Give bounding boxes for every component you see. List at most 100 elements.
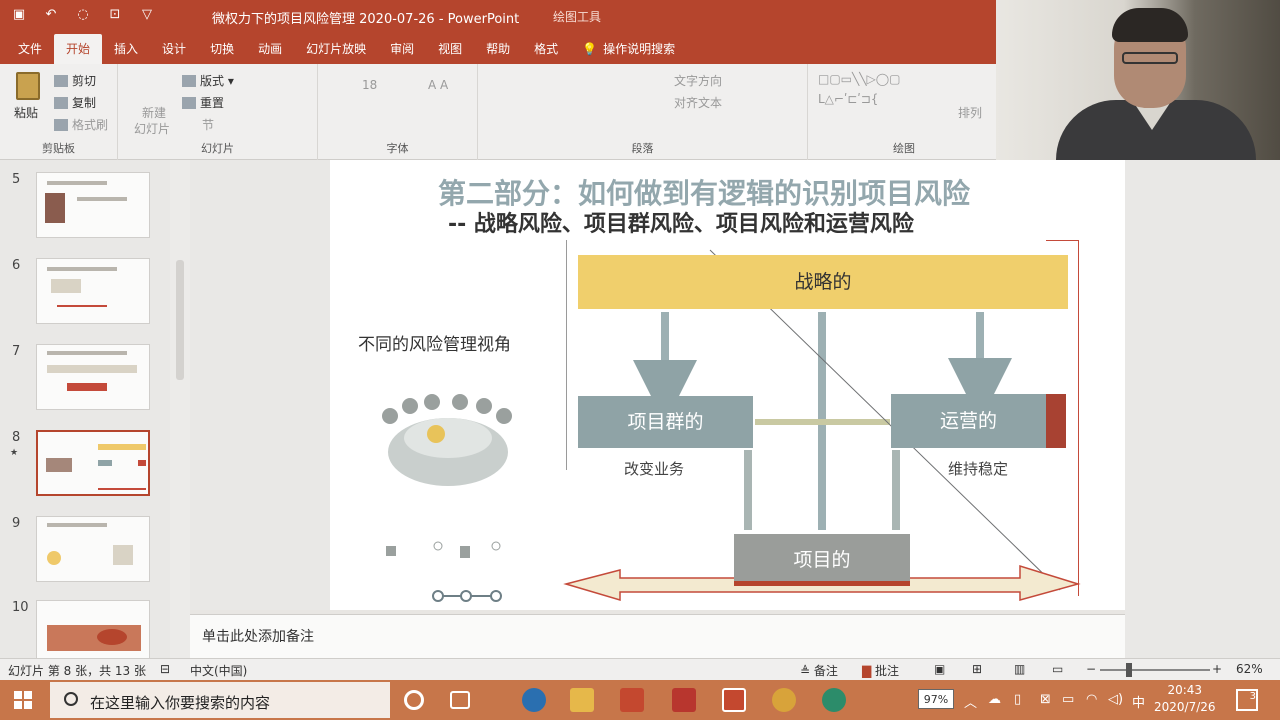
notes-pane[interactable]: 单击此处添加备注 [190,614,1125,658]
slide-thumbnail[interactable] [36,172,150,238]
layout-button[interactable]: 版式 ▾ [182,72,234,89]
webcam-overlay [996,0,1280,162]
arrange-button[interactable]: 排列 [958,104,982,121]
tab-home[interactable]: 开始 [54,34,103,64]
scrollbar-thumb[interactable] [176,260,184,380]
undo-icon[interactable]: ↶ [42,6,60,24]
language-status[interactable]: 中文(中国) [190,662,247,679]
power-icon[interactable]: ▭ [1062,692,1074,707]
zoom-out-icon[interactable]: − [1086,662,1096,676]
operations-box[interactable]: 运营的 [891,394,1066,448]
accessibility-icon[interactable]: ⊟ [160,662,170,676]
shapes-gallery[interactable]: □▢▭╲╲▷◯▢ [818,72,900,86]
battery-indicator[interactable]: 97% [918,689,954,709]
drawing-group-label: 绘图 [893,142,915,155]
tell-me-label: 操作说明搜索 [603,42,676,56]
slide-subtitle[interactable]: -- 战略风险、项目群风险、项目风险和运营风险 [448,206,914,238]
slide-sorter-icon[interactable]: ⊞ [972,662,982,676]
tab-insert[interactable]: 插入 [102,34,150,64]
word-taskbar-icon[interactable] [722,688,746,712]
slide-thumbnail[interactable] [36,600,150,666]
normal-view-icon[interactable]: ▣ [934,662,945,676]
onedrive-icon[interactable]: ☁ [988,692,1001,707]
paste-icon[interactable] [16,72,40,100]
align-text-button[interactable]: 对齐文本 [674,94,722,111]
strategic-box[interactable]: 战略的 [578,255,1068,309]
powerpoint-taskbar-icon[interactable] [620,688,644,712]
slide-thumbnail[interactable] [36,258,150,324]
change-business-label[interactable]: 改变业务 [624,458,684,479]
media-app-icon[interactable] [772,688,796,712]
font-size-box[interactable]: 18 [362,78,377,92]
smartart-placeholder-icons[interactable] [360,540,520,610]
reading-view-icon[interactable]: ▥ [1014,662,1025,676]
notification-center-icon[interactable]: 3 [1236,689,1258,711]
cut-button[interactable]: 剪切 [54,72,96,89]
tab-transitions[interactable]: 切换 [198,34,246,64]
tab-design[interactable]: 设计 [150,34,198,64]
tab-slideshow[interactable]: 幻灯片放映 [294,34,378,64]
edge-browser-icon[interactable] [522,688,546,712]
security-icon[interactable]: ⊠ [1040,692,1051,707]
reset-button[interactable]: 重置 [182,94,224,111]
slide-thumbnail-selected[interactable] [36,430,150,496]
tab-help[interactable]: 帮助 [474,34,522,64]
save-icon[interactable]: ▣ [10,6,28,24]
comments-button[interactable]: ▇ 批注 [862,662,899,679]
task-view-icon[interactable] [450,691,470,709]
cortana-icon[interactable] [404,690,424,710]
system-clock[interactable]: 20:43 2020/7/26 [1154,682,1216,716]
slide-thumbnail[interactable] [36,516,150,582]
taskbar-search-box[interactable]: 在这里输入你要搜索的内容 [50,682,390,718]
copy-button[interactable]: 复制 [54,94,96,111]
program-box[interactable]: 项目群的 [578,396,753,448]
zoom-in-icon[interactable]: + [1212,662,1222,676]
paragraph-group-label: 段落 [631,142,654,155]
section-button[interactable]: 节 [202,116,214,133]
usb-icon[interactable]: ▯ [1014,692,1021,707]
notes-button[interactable]: ≜ 备注 [800,662,838,679]
tell-me-search[interactable]: 💡 操作说明搜索 [570,34,687,64]
team-globe-image[interactable] [376,392,520,488]
thumbnail-scrollbar[interactable] [170,160,190,658]
risk-view-label[interactable]: 不同的风险管理视角 [358,330,511,355]
search-placeholder: 在这里输入你要搜索的内容 [90,694,271,712]
clipboard-group-label: 剪贴板 [42,142,75,155]
slide-thumbnail[interactable] [36,344,150,410]
zoom-slider-knob[interactable] [1126,663,1132,677]
present-icon[interactable]: ⊡ [106,6,124,24]
tab-file[interactable]: 文件 [6,34,54,64]
slideshow-icon[interactable]: ▭ [1052,662,1063,676]
shapes-gallery-row2[interactable]: L△⌐ʹ⊏ʹ⊐{ [818,92,878,106]
tab-view[interactable]: 视图 [426,34,474,64]
drawing-tools-context: 绘图工具 [553,10,602,24]
text-direction-button[interactable]: 文字方向 [674,72,722,89]
zoom-level[interactable]: 62% [1236,662,1263,676]
new-slide-button[interactable]: 新建 [142,104,166,121]
zoom-slider[interactable] [1100,669,1210,671]
chevron-up-icon[interactable]: ︿ [964,692,977,711]
redo-icon[interactable]: ◌ [74,6,92,24]
project-box[interactable]: 项目的 [734,534,910,586]
grow-font-icon[interactable]: A A [428,78,448,92]
customize-qat-icon[interactable]: ▽ [138,6,156,24]
music-app-icon[interactable] [822,688,846,712]
ribbon: 粘贴 剪切 复制 格式刷 剪贴板 新建 幻灯片 版式 ▾ 重置 节 幻灯片 18… [0,64,1000,160]
paste-button[interactable]: 粘贴 [14,104,38,121]
format-painter-button[interactable]: 格式刷 [54,116,108,133]
slide-thumbnails-panel: 5 6 7 8 ★ 9 10 [0,160,175,666]
slide-number: 10 [12,600,29,615]
slide-count-status: 幻灯片 第 8 张，共 13 张 [8,664,146,678]
keep-stable-label[interactable]: 维持稳定 [948,458,1008,479]
tab-format[interactable]: 格式 [522,34,570,64]
wifi-icon[interactable]: ◠ [1086,692,1097,707]
app-x-icon[interactable] [672,688,696,712]
file-explorer-icon[interactable] [570,688,594,712]
ime-indicator[interactable]: 中 [1132,692,1145,711]
tab-review[interactable]: 审阅 [378,34,426,64]
tab-animations[interactable]: 动画 [246,34,294,64]
status-bar: 幻灯片 第 8 张，共 13 张 ⊟ 中文(中国) ≜ 备注 ▇ 批注 ▣ ⊞ … [0,658,1280,680]
notes-placeholder[interactable]: 单击此处添加备注 [202,626,314,646]
windows-start-icon[interactable] [14,691,32,709]
volume-icon[interactable]: ◁) [1108,692,1123,707]
